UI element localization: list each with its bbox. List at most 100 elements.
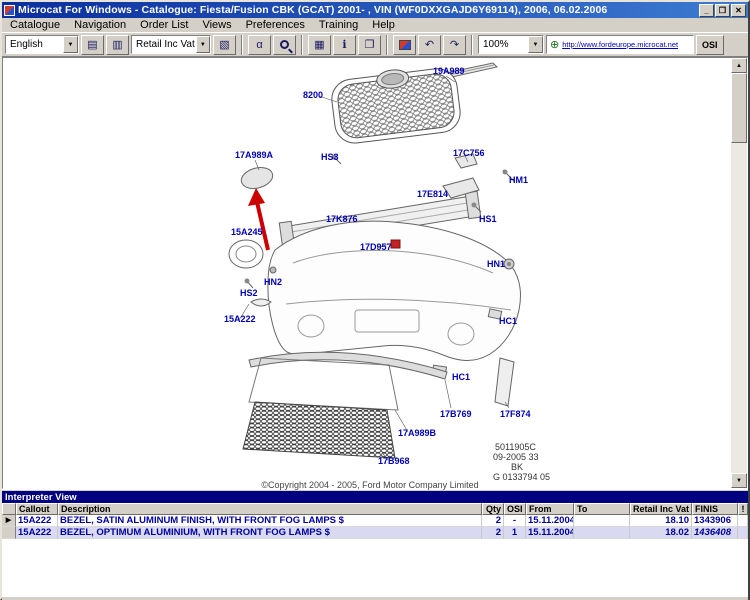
scroll-down-button[interactable]: ▼ — [731, 473, 747, 488]
maximize-button[interactable]: ❐ — [715, 4, 730, 17]
menu-item-training[interactable]: Training — [312, 18, 365, 32]
vertical-scrollbar[interactable]: ▲ ▼ — [731, 58, 747, 488]
cell-callout: 15A222 — [16, 515, 58, 527]
titlebar: Microcat For Windows - Catalogue: Fiesta… — [2, 2, 748, 18]
toolbar-separator — [471, 35, 473, 55]
part-callout[interactable]: 17E814 — [417, 189, 448, 199]
scroll-up-button[interactable]: ▲ — [731, 58, 747, 73]
info-icon: ℹ — [342, 38, 346, 51]
window-title: Microcat For Windows - Catalogue: Fiesta… — [18, 4, 699, 16]
part-callout[interactable]: HS3 — [321, 152, 339, 162]
cell-description: BEZEL, OPTIMUM ALUMINIUM, WITH FRONT FOG… — [58, 527, 482, 539]
column-header-to: To — [574, 503, 630, 515]
parts-table-button[interactable]: ▦ — [308, 35, 331, 55]
minimize-button[interactable]: _ — [699, 4, 714, 17]
part-callout[interactable]: 17C756 — [453, 148, 485, 158]
part-callout[interactable]: HM1 — [509, 175, 528, 185]
language-select[interactable]: English ▼ — [5, 35, 79, 54]
part-callout[interactable]: 17A989A — [235, 150, 273, 160]
cell-description: BEZEL, SATIN ALUMINUM FINISH, WITH FRONT… — [58, 515, 482, 527]
part-callout[interactable]: HC1 — [499, 316, 517, 326]
part-callout[interactable]: HN2 — [264, 277, 282, 287]
row-selector[interactable] — [2, 527, 16, 539]
part-callout[interactable]: HN1 — [487, 259, 505, 269]
print-button[interactable]: ▥ — [106, 35, 129, 55]
table-empty-area — [2, 539, 748, 596]
part-callout[interactable]: HS1 — [479, 214, 497, 224]
cell-qty: 2 — [482, 527, 504, 539]
menu-item-catalogue[interactable]: Catalogue — [3, 18, 67, 32]
quote-icon: ▧ — [219, 38, 229, 51]
interpreter-view-title: Interpreter View — [5, 492, 77, 503]
column-header-qty: Qty — [482, 503, 504, 515]
part-callout[interactable]: 17A989B — [398, 428, 436, 438]
part-callout[interactable]: 17F874 — [500, 409, 531, 419]
menu-item-navigation[interactable]: Navigation — [67, 18, 133, 32]
menu-item-help[interactable]: Help — [365, 18, 402, 32]
graphic-index-button[interactable] — [393, 35, 416, 55]
part-callout[interactable]: 17K876 — [326, 214, 358, 224]
zoom-level-select[interactable]: 100% ▼ — [478, 35, 544, 54]
menu-item-views[interactable]: Views — [195, 18, 238, 32]
menu-item-preferences[interactable]: Preferences — [239, 18, 312, 32]
table-header-row: Callout Description Qty OSI From To Reta… — [2, 503, 748, 515]
part-callout[interactable]: 15A245 — [231, 227, 263, 237]
scrollbar-thumb[interactable] — [731, 73, 747, 143]
cell-from: 15.11.2004 — [526, 527, 574, 539]
url-link[interactable]: http://www.fordeurope.microcat.net — [562, 40, 678, 49]
cell-to — [574, 515, 630, 527]
printer-icon: ▥ — [112, 38, 122, 51]
page-setup-button[interactable]: ▤ — [81, 35, 104, 55]
interpreter-view-header: Interpreter View — [2, 491, 748, 503]
part-callout[interactable]: HS2 — [240, 288, 258, 298]
part-callout[interactable]: HC1 — [452, 372, 470, 382]
app-icon — [4, 5, 15, 16]
table-row[interactable]: ▶ 15A222 BEZEL, SATIN ALUMINUM FINISH, W… — [2, 515, 748, 527]
column-header-flag: ! — [738, 503, 748, 515]
close-button[interactable]: ✕ — [731, 4, 746, 17]
osi-button[interactable]: OSI — [696, 35, 724, 55]
alpha-index-button[interactable]: α — [248, 35, 271, 55]
tile-windows-button[interactable]: ❐ — [358, 35, 381, 55]
back-button[interactable]: ↶ — [418, 35, 441, 55]
column-header-finis: FINIS — [692, 503, 738, 515]
column-header-retail: Retail Inc Vat — [630, 503, 692, 515]
info-button[interactable]: ℹ — [333, 35, 356, 55]
cell-from: 15.11.2004 — [526, 515, 574, 527]
cell-osi: 1 — [504, 527, 526, 539]
chevron-down-icon[interactable]: ▼ — [528, 36, 543, 53]
url-field[interactable]: ⊕ http://www.fordeurope.microcat.net — [546, 35, 694, 54]
menubar: CatalogueNavigationOrder ListViewsPrefer… — [2, 18, 748, 33]
part-callout[interactable]: 19A989 — [433, 66, 465, 76]
windows-icon: ❐ — [365, 38, 375, 51]
page-icon: ▤ — [87, 38, 97, 51]
part-callout[interactable]: 15A222 — [224, 314, 256, 324]
quotation-button[interactable]: ▧ — [213, 35, 236, 55]
cell-retail: 18.02 — [630, 527, 692, 539]
zoom-tool-button[interactable] — [273, 35, 296, 55]
toolbar-separator — [301, 35, 303, 55]
row-selector-marker[interactable]: ▶ — [2, 515, 16, 527]
cell-flag — [738, 515, 748, 527]
column-header-from: From — [526, 503, 574, 515]
part-callout[interactable]: 17B769 — [440, 409, 472, 419]
undo-arrow-icon: ↶ — [425, 38, 434, 51]
cell-osi: - — [504, 515, 526, 527]
table-row[interactable]: 15A222 BEZEL, OPTIMUM ALUMINIUM, WITH FR… — [2, 527, 748, 539]
cell-to — [574, 527, 630, 539]
parts-table: Callout Description Qty OSI From To Reta… — [2, 503, 748, 596]
part-callout[interactable]: 8200 — [303, 90, 323, 100]
cell-qty: 2 — [482, 515, 504, 527]
chevron-down-icon[interactable]: ▼ — [196, 36, 210, 53]
selector-column-header — [2, 503, 16, 515]
price-mode-select[interactable]: Retail Inc Vat ▼ — [131, 35, 211, 54]
part-callout[interactable]: 17D957 — [360, 242, 392, 252]
chevron-down-icon[interactable]: ▼ — [63, 36, 78, 53]
column-header-osi: OSI — [504, 503, 526, 515]
column-header-callout: Callout — [16, 503, 58, 515]
cell-finis: 1436408 — [692, 527, 738, 539]
cell-finis: 1343906 — [692, 515, 738, 527]
menu-item-order-list[interactable]: Order List — [133, 18, 195, 32]
forward-button[interactable]: ↷ — [443, 35, 466, 55]
part-callout[interactable]: 17B968 — [378, 456, 410, 466]
